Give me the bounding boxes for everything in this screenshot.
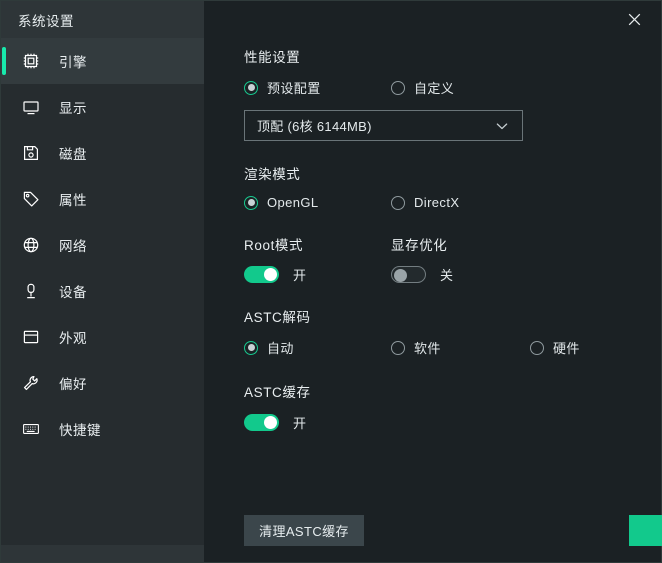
radio-label: 自动 (267, 341, 294, 356)
window-title: 系统设置 (18, 13, 74, 29)
sidebar-item-label: 偏好 (59, 377, 87, 392)
monitor-icon (21, 97, 41, 117)
sidebar-item-label: 引擎 (59, 55, 87, 70)
sidebar-item-preferences[interactable]: 偏好 (1, 360, 204, 406)
radio-astc-software[interactable]: 软件 (391, 338, 530, 357)
radio-directx[interactable]: DirectX (391, 195, 459, 210)
sidebar-header: 系统设置 (1, 1, 204, 38)
settings-content: 性能设置 预设配置 自定义 顶配 (6核 6144MB) 渲染模式 OpenGL… (204, 38, 661, 432)
radio-indicator (244, 80, 258, 95)
performance-section: 性能设置 预设配置 自定义 顶配 (6核 6144MB) (244, 46, 661, 141)
astc-cache-toggle[interactable] (244, 414, 279, 431)
chevron-down-icon (494, 118, 510, 134)
radio-astc-hardware[interactable]: 硬件 (530, 338, 580, 357)
toggle-knob (264, 268, 277, 281)
sidebar-item-label: 快捷键 (59, 423, 101, 438)
sidebar-nav-list: 引擎 显示 磁盘 属性 网络 设备 外观 偏好 快捷键 (1, 38, 204, 545)
sidebar-item-label: 属性 (59, 193, 87, 208)
radio-indicator (244, 195, 258, 210)
radio-label: DirectX (414, 195, 460, 210)
astc-cache-section: ASTC缓存 开 (244, 381, 661, 432)
render-mode-radio-group: OpenGL DirectX (244, 195, 661, 210)
main-panel: 性能设置 预设配置 自定义 顶配 (6核 6144MB) 渲染模式 OpenGL… (204, 1, 662, 562)
clear-astc-cache-button[interactable]: 清理ASTC缓存 (244, 515, 364, 546)
performance-radio-group: 预设配置 自定义 (244, 78, 661, 97)
root-mode-toggle[interactable] (244, 266, 279, 283)
toggle-knob (393, 269, 407, 282)
sidebar-item-display[interactable]: 显示 (1, 84, 204, 130)
radio-custom[interactable]: 自定义 (391, 78, 454, 97)
radio-astc-auto[interactable]: 自动 (244, 338, 391, 357)
close-icon[interactable] (621, 7, 647, 33)
sidebar-item-appearance[interactable]: 外观 (1, 314, 204, 360)
radio-indicator (391, 340, 405, 355)
sidebar-item-network[interactable]: 网络 (1, 222, 204, 268)
radio-indicator (391, 80, 405, 95)
sidebar-footer (1, 545, 204, 562)
radio-label: 自定义 (414, 81, 455, 96)
render-mode-label: 渲染模式 (244, 167, 301, 182)
astc-cache-state: 开 (293, 416, 307, 431)
sidebar-item-shortcuts[interactable]: 快捷键 (1, 406, 204, 452)
sidebar-item-device[interactable]: 设备 (1, 268, 204, 314)
root-mode-control: 开 (244, 265, 391, 284)
sidebar-item-properties[interactable]: 属性 (1, 176, 204, 222)
astc-decode-radio-group: 自动 软件 硬件 (244, 338, 661, 357)
astc-decode-section: ASTC解码 自动 软件 硬件 (244, 306, 661, 357)
select-value: 顶配 (6核 6144MB) (257, 119, 372, 134)
performance-preset-select[interactable]: 顶配 (6核 6144MB) (244, 110, 523, 141)
sidebar: 系统设置 引擎 显示 磁盘 属性 网络 设备 外观 偏好 快捷键 (1, 1, 204, 562)
radio-label: OpenGL (267, 195, 319, 210)
sidebar-item-disk[interactable]: 磁盘 (1, 130, 204, 176)
wrench-icon (21, 373, 41, 393)
window-icon (21, 327, 41, 347)
system-settings-window: 系统设置 引擎 显示 磁盘 属性 网络 设备 外观 偏好 快捷键 性能设置 预设… (0, 0, 662, 563)
radio-preset[interactable]: 预设配置 (244, 78, 391, 97)
radio-indicator (391, 195, 405, 210)
toggles-section: Root模式 显存优化 开 关 (244, 234, 661, 284)
root-mode-label: Root模式 (244, 238, 304, 253)
astc-cache-label: ASTC缓存 (244, 385, 311, 400)
vram-optimize-control: 关 (391, 265, 453, 284)
ok-button[interactable]: 确定 (629, 515, 662, 546)
sidebar-item-label: 磁盘 (59, 147, 87, 162)
sidebar-item-label: 显示 (59, 101, 87, 116)
vram-optimize-state: 关 (440, 268, 454, 283)
render-mode-section: 渲染模式 OpenGL DirectX (244, 163, 661, 210)
sidebar-item-engine[interactable]: 引擎 (1, 38, 204, 84)
cpu-chip-icon (21, 51, 41, 71)
keyboard-icon (21, 419, 41, 439)
sidebar-item-label: 设备 (59, 285, 87, 300)
titlebar (204, 1, 661, 38)
footer-button-bar: 清理ASTC缓存 确定 取消 (204, 499, 662, 562)
radio-label: 软件 (414, 341, 441, 356)
toggles-label-row: Root模式 显存优化 (244, 234, 661, 265)
sidebar-item-label: 网络 (59, 239, 87, 254)
performance-label: 性能设置 (244, 50, 301, 65)
radio-opengl[interactable]: OpenGL (244, 195, 391, 210)
toggle-knob (264, 416, 277, 429)
vram-optimize-label: 显存优化 (391, 238, 448, 253)
floppy-disk-icon (21, 143, 41, 163)
toggles-control-row: 开 关 (244, 265, 661, 284)
globe-icon (21, 235, 41, 255)
astc-decode-label: ASTC解码 (244, 310, 311, 325)
sidebar-item-label: 外观 (59, 331, 87, 346)
root-mode-state: 开 (293, 268, 307, 283)
radio-label: 预设配置 (267, 81, 321, 96)
radio-indicator (244, 340, 258, 355)
device-icon (21, 281, 41, 301)
radio-label: 硬件 (553, 341, 580, 356)
radio-indicator (530, 340, 544, 355)
vram-optimize-toggle[interactable] (391, 266, 426, 283)
tag-icon (21, 189, 41, 209)
astc-cache-control: 开 (244, 413, 661, 432)
